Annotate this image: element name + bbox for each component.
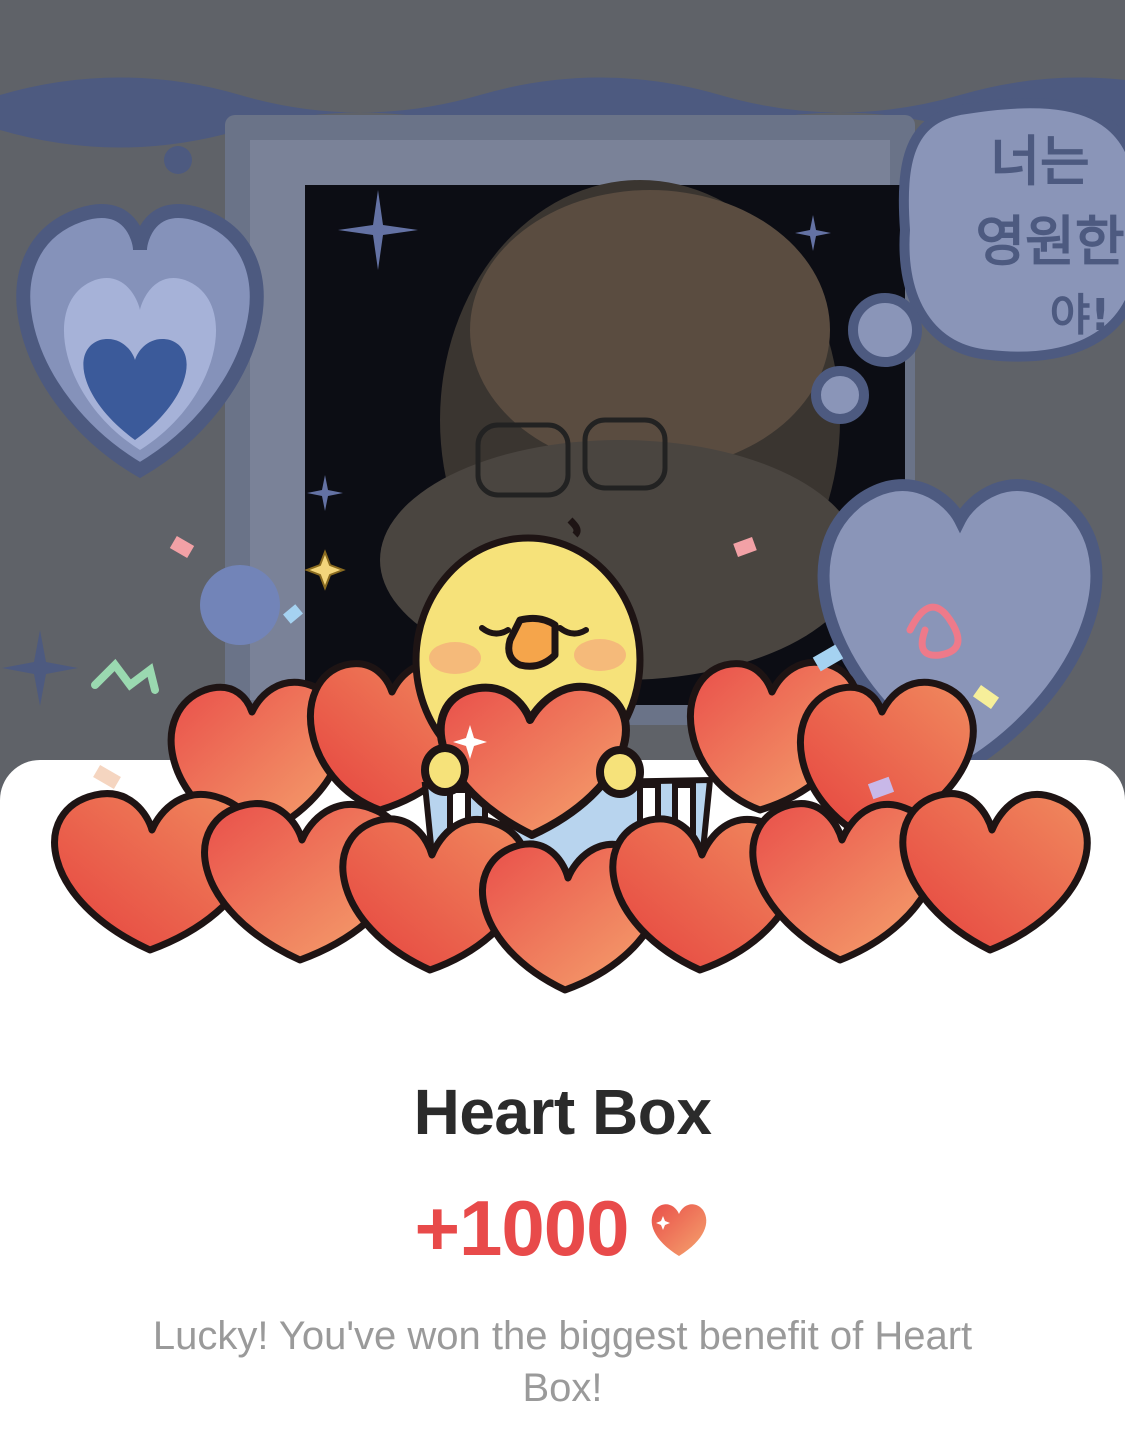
popup-title: Heart Box xyxy=(413,1076,712,1148)
heart-box-illustration xyxy=(0,480,1125,1020)
reward-message: Lucky! You've won the biggest benefit of… xyxy=(152,1314,973,1410)
banner-text-line-2: 영원한 xyxy=(975,210,1124,273)
reward-row: +1000 xyxy=(0,1183,1125,1274)
banner-text-line-3: 야! xyxy=(1050,290,1111,341)
heart-icon xyxy=(647,1194,711,1263)
banner-text-line-1: 너는 xyxy=(990,130,1089,193)
heart-box-screen: 너는 영원한 야! Heart Box +1000 Lucky! You've … xyxy=(0,0,1125,1450)
reward-amount: +1000 xyxy=(414,1184,629,1272)
